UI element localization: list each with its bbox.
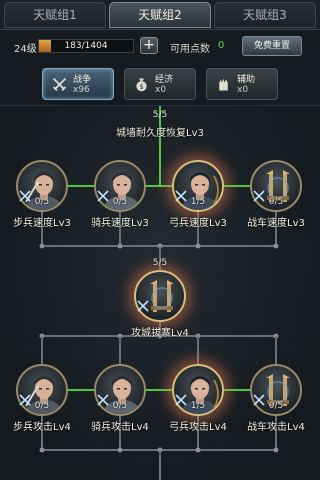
talent-row1-0-count: 0/5 [34, 197, 50, 207]
talent-siege[interactable]: 5/5 [134, 258, 186, 322]
available-points-label: 可用点数 [170, 44, 210, 55]
talent-infantry-speed-label: 步兵速度Lv3 [13, 218, 71, 229]
connector-dot-row1-3 [273, 243, 279, 249]
connector-dot-bottom-0 [39, 447, 45, 453]
top-talent-label: 城墙耐久度恢复Lv3 [116, 128, 204, 139]
connector-dot-bottom-2 [195, 447, 201, 453]
crossed-swords-icon [137, 300, 149, 312]
talent-archer-speed-label: 弓兵速度Lv3 [169, 218, 227, 229]
talent-screen: 天赋组1 天赋组2 天赋组3 24级 183/1404 + 可用点数 0 免费重… [0, 0, 320, 480]
category-war-count: x96 [73, 85, 90, 95]
connector-dot-row1-0 [39, 243, 45, 249]
category-economy-button[interactable]: $ 经济 x0 [124, 68, 196, 100]
tab-talent-group-2[interactable]: 天赋组2 [109, 2, 211, 28]
add-points-button[interactable]: + [140, 37, 158, 54]
talent-infantry-attack[interactable]: 0/5 [16, 364, 68, 416]
talent-chariot-attack-label: 战车攻击Lv4 [247, 422, 305, 433]
player-level: 24级 [14, 44, 37, 55]
tab-talent-group-1[interactable]: 天赋组1 [4, 2, 106, 28]
siege-icon [150, 280, 174, 312]
talent-cavalry-speed[interactable]: 0/5 [94, 160, 146, 212]
crossed-swords-icon [52, 77, 67, 92]
talent-siege-ring [134, 270, 186, 322]
talent-chariot-speed-label: 战车速度Lv3 [247, 218, 305, 229]
talent-archer-speed[interactable]: 1/5 [172, 160, 224, 212]
talent-row2-2-count: 1/5 [190, 401, 206, 411]
talent-row2-3-count: 0/5 [268, 401, 284, 411]
talent-archer-attack[interactable]: 1/5 [172, 364, 224, 416]
category-support-count: x0 [237, 85, 249, 95]
talent-cavalry-attack-label: 骑兵攻击Lv4 [91, 422, 149, 433]
talent-row1-3-count: 0/5 [268, 197, 284, 207]
talent-row1-1-count: 0/5 [112, 197, 128, 207]
talent-group-tabs: 天赋组1 天赋组2 天赋组3 [0, 0, 320, 30]
talent-row1-2-count: 1/5 [190, 197, 206, 207]
category-economy-label: 经济 [155, 75, 174, 85]
connector-dot-row1-2 [195, 243, 201, 249]
category-war-button[interactable]: 战争 x96 [42, 68, 114, 100]
top-talent-count: 5/5 [152, 110, 168, 120]
category-support-label: 辅助 [237, 75, 256, 85]
connector-dot-bottom-3 [273, 447, 279, 453]
talent-row2-1-count: 0/5 [112, 401, 128, 411]
talent-siege-label: 攻城拔寨Lv4 [131, 328, 189, 339]
talent-archer-attack-label: 弓兵攻击Lv4 [169, 422, 227, 433]
talent-cavalry-attack[interactable]: 0/5 [94, 364, 146, 416]
talent-category-row: 战争 x96 $ 经济 x0 辅助 x0 [0, 62, 320, 106]
talent-infantry-speed[interactable]: 0/5 [16, 160, 68, 212]
money-pouch-icon: $ [136, 78, 147, 92]
gauntlet-icon [219, 78, 228, 91]
talent-chariot-attack[interactable]: 0/5 [250, 364, 302, 416]
tab-talent-group-3[interactable]: 天赋组3 [214, 2, 316, 28]
free-reset-button[interactable]: 免费重置 [242, 36, 302, 56]
talent-cavalry-speed-label: 骑兵速度Lv3 [91, 218, 149, 229]
connector-dot-bottom-1 [117, 447, 123, 453]
xp-progress-text: 183/1404 [64, 41, 108, 51]
talent-chariot-speed[interactable]: 0/5 [250, 160, 302, 212]
svg-text:$: $ [139, 83, 143, 91]
category-war-label: 战争 [73, 75, 92, 85]
talent-infantry-attack-label: 步兵攻击Lv4 [13, 422, 71, 433]
talent-tree: 5/5 城墙耐久度恢复Lv3 0/5 0/5 1/5 0/5 步兵速度Lv3 骑… [0, 106, 320, 480]
level-bar: 24级 183/1404 + 可用点数 0 免费重置 [0, 30, 320, 62]
category-support-button[interactable]: 辅助 x0 [206, 68, 278, 100]
talent-siege-count: 5/5 [152, 258, 168, 268]
connector-dot-row1-1 [117, 243, 123, 249]
category-economy-count: x0 [155, 85, 167, 95]
talent-row2-0-count: 0/5 [34, 401, 50, 411]
xp-progress-bar: 183/1404 [38, 39, 134, 53]
available-points-value: 0 [218, 40, 225, 51]
